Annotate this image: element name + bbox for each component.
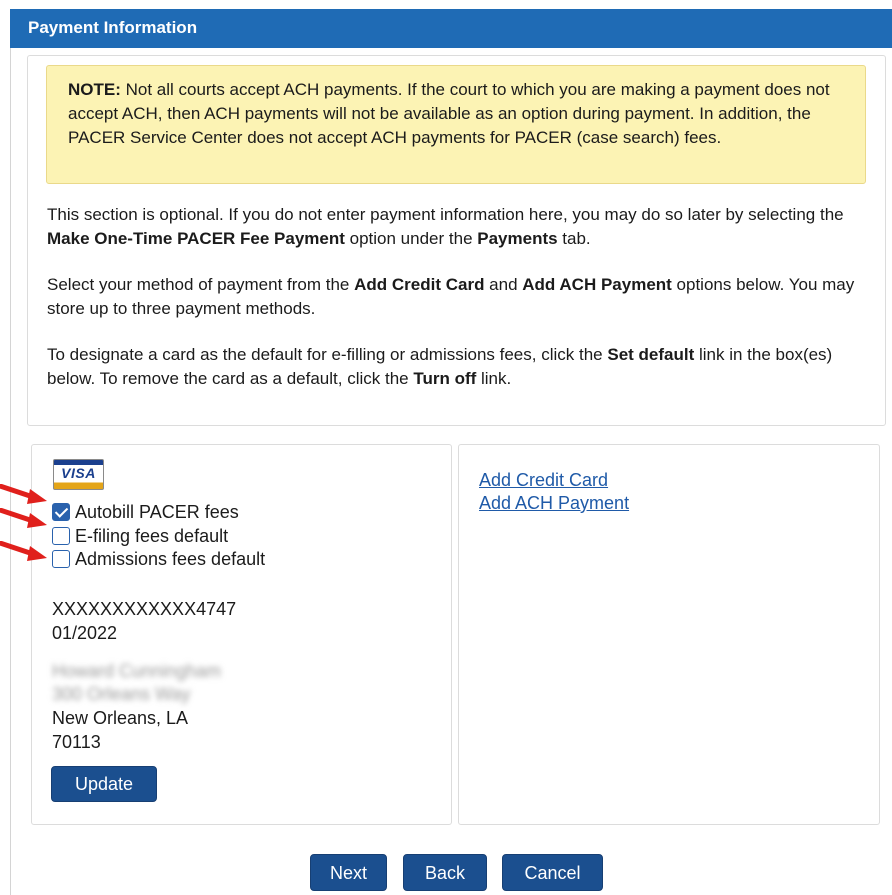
- ach-note: NOTE: Not all courts accept ACH payments…: [46, 65, 866, 184]
- visa-card-icon: VISA: [53, 459, 104, 490]
- annotation-arrow-icon: [0, 508, 47, 528]
- section-title: Payment Information: [28, 18, 198, 37]
- p1-bold-d: Payments: [477, 229, 558, 248]
- p1-text-e: tab.: [557, 229, 591, 248]
- card-holder-name: Howard Cunningham: [52, 661, 222, 681]
- cancel-button[interactable]: Cancel: [502, 854, 603, 891]
- card-zip: 70113: [52, 732, 101, 752]
- admissions-option[interactable]: Admissions fees default: [52, 548, 265, 570]
- next-button[interactable]: Next: [310, 854, 387, 891]
- p1-bold-b: Make One-Time PACER Fee Payment: [47, 229, 345, 248]
- card-street: 300 Orleans Way: [52, 684, 191, 704]
- autobill-option[interactable]: Autobill PACER fees: [52, 501, 239, 523]
- p3-bold-d: Turn off: [413, 369, 477, 388]
- p3-bold-b: Set default: [607, 345, 695, 364]
- add-credit-card-link[interactable]: Add Credit Card: [479, 468, 608, 492]
- card-city-state: New Orleans, LA: [52, 708, 189, 728]
- p1-text-c: option under the: [344, 229, 478, 248]
- efiling-option[interactable]: E-filing fees default: [52, 525, 228, 547]
- admissions-label: Admissions fees default: [75, 549, 266, 569]
- note-text: Not all courts accept ACH payments. If t…: [68, 80, 830, 147]
- default-paragraph: To designate a card as the default for e…: [47, 343, 867, 391]
- p3-text-a: To designate a card as the default for e…: [47, 345, 608, 364]
- annotation-arrow-icon: [0, 484, 47, 504]
- method-paragraph: Select your method of payment from the A…: [47, 273, 867, 321]
- autobill-checkbox[interactable]: [52, 503, 70, 521]
- p2-text-c: and: [484, 275, 523, 294]
- optional-paragraph: This section is optional. If you do not …: [47, 203, 867, 251]
- left-border: [10, 48, 11, 895]
- update-button[interactable]: Update: [51, 766, 157, 802]
- p1-text-a: This section is optional. If you do not …: [47, 205, 844, 224]
- admissions-checkbox[interactable]: [52, 550, 70, 568]
- back-button[interactable]: Back: [403, 854, 487, 891]
- card-number: XXXXXXXXXXXX4747: [52, 599, 237, 619]
- p2-bold-d: Add ACH Payment: [522, 275, 672, 294]
- section-header: Payment Information: [10, 9, 892, 48]
- p2-text-a: Select your method of payment from the: [47, 275, 355, 294]
- efiling-checkbox[interactable]: [52, 527, 70, 545]
- note-label: NOTE:: [68, 80, 121, 99]
- add-ach-payment-link[interactable]: Add ACH Payment: [479, 491, 629, 515]
- card-expiry: 01/2022: [52, 623, 118, 643]
- autobill-label: Autobill PACER fees: [75, 502, 239, 522]
- annotation-arrow-icon: [0, 541, 47, 561]
- efiling-label: E-filing fees default: [75, 526, 229, 546]
- p2-bold-b: Add Credit Card: [354, 275, 485, 294]
- p3-text-e: link.: [476, 369, 512, 388]
- visa-label: VISA: [61, 465, 96, 481]
